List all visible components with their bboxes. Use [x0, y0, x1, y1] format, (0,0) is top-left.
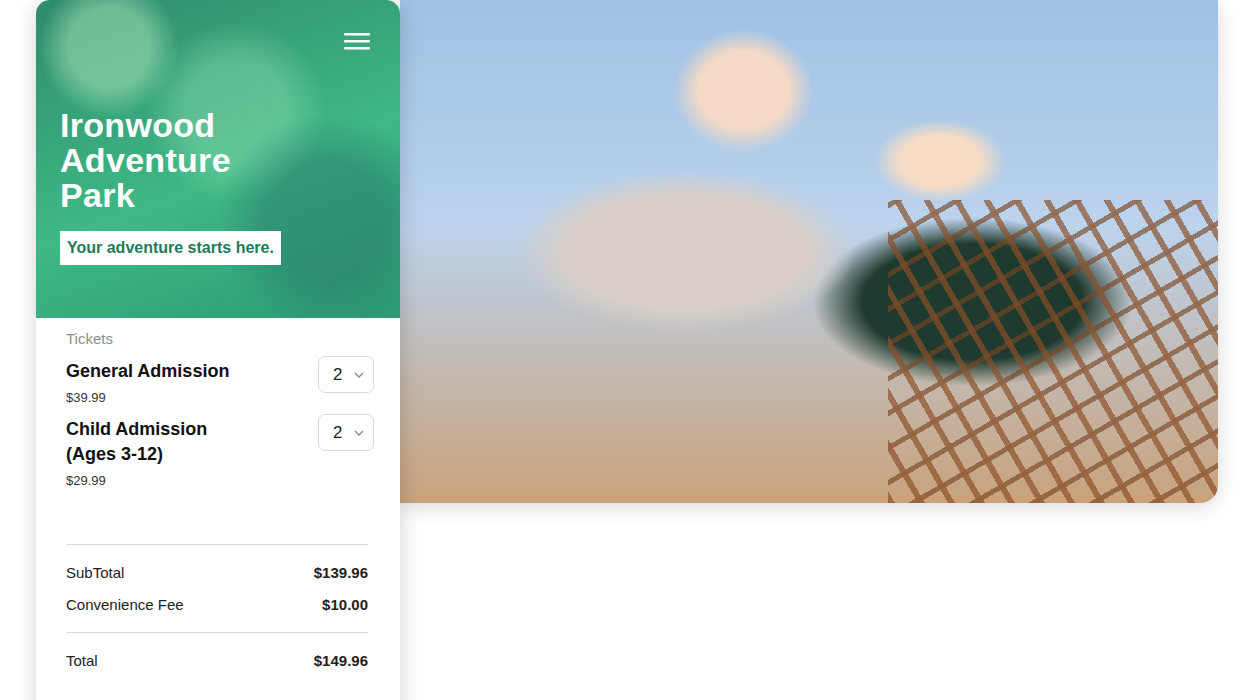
total-row: Total$149.96 — [66, 645, 368, 676]
chevron-down-icon — [354, 430, 364, 436]
quantity-select[interactable]: 2 — [318, 356, 374, 393]
ticket-name: General Admission — [66, 359, 229, 384]
quantity-select[interactable]: 2 — [318, 414, 374, 451]
chevron-down-icon — [354, 372, 364, 378]
ticket-row: General Admission $39.99 2 — [66, 359, 374, 405]
page: Ironwood Adventure Park Your adventure st… — [0, 0, 1245, 700]
ticket-card: Ironwood Adventure Park Your adventure st… — [36, 0, 400, 700]
ticket-name: Child Admission (Ages 3-12) — [66, 417, 256, 467]
header: Ironwood Adventure Park Your adventure st… — [36, 0, 400, 318]
ticket-price: $39.99 — [66, 390, 229, 405]
summary-row: Convenience Fee$10.00 — [66, 589, 368, 620]
tagline: Your adventure starts here. — [60, 231, 281, 265]
summary-row: SubTotal$139.96 — [66, 557, 368, 588]
ticket-price: $29.99 — [66, 473, 256, 488]
hero-photo — [400, 0, 1218, 503]
tickets-label: Tickets — [66, 330, 374, 347]
park-title: Ironwood Adventure Park — [60, 108, 300, 213]
hamburger-menu-icon[interactable] — [344, 32, 370, 50]
ticket-row: Child Admission (Ages 3-12) $29.99 2 — [66, 417, 374, 488]
